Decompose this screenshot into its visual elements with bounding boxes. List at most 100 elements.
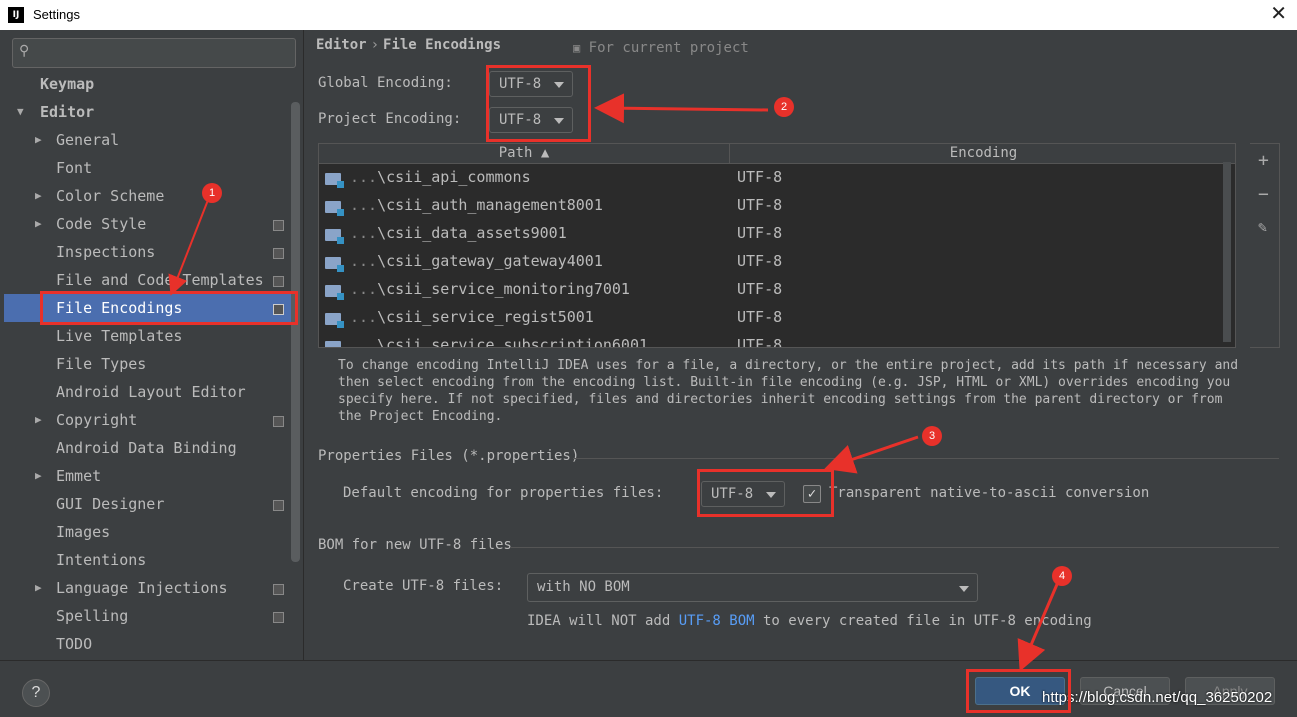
encoding-cell[interactable]: UTF-8: [737, 252, 782, 270]
encoding-cell[interactable]: UTF-8: [737, 336, 782, 347]
bom-note-text: to every created file in UTF-8 encoding: [754, 613, 1092, 629]
path-cell: \csii_api_commons: [377, 168, 531, 186]
breadcrumb-parent: Editor: [316, 37, 367, 53]
sidebar-item-gui-designer[interactable]: GUI Designer: [56, 490, 164, 518]
table-row[interactable]: ...\csii_gateway_gateway4001 UTF-8: [319, 248, 1235, 276]
section-divider: [510, 547, 1279, 548]
column-header-path[interactable]: Path ▲: [319, 144, 730, 164]
sidebar-item-file-types[interactable]: File Types: [56, 350, 146, 378]
sidebar-item-file-and-code-templates[interactable]: File and Code Templates: [56, 266, 264, 294]
global-encoding-dropdown[interactable]: UTF-8: [489, 71, 573, 97]
project-scope-icon: [273, 416, 284, 427]
title-bar: IJ Settings ✕: [0, 0, 1297, 30]
edit-icon[interactable]: ✎: [1258, 218, 1267, 236]
module-folder-icon: [325, 201, 344, 216]
section-divider: [573, 458, 1279, 459]
table-scrollbar[interactable]: [1223, 162, 1231, 342]
window-title: Settings: [33, 7, 80, 22]
table-row[interactable]: ...\csii_auth_management8001 UTF-8: [319, 192, 1235, 220]
sidebar-item-keymap[interactable]: Keymap: [40, 70, 94, 98]
table-row[interactable]: ...\csii_api_commons UTF-8: [319, 164, 1235, 192]
path-cell: \csii_service_subscription6001: [377, 336, 649, 348]
sidebar-item-file-encodings[interactable]: File Encodings: [4, 294, 291, 322]
project-scope-icon: [273, 612, 284, 623]
bom-note-text: IDEA will NOT add: [527, 613, 679, 629]
properties-encoding-dropdown[interactable]: UTF-8: [701, 481, 785, 507]
sidebar-item-copyright[interactable]: Copyright: [56, 406, 137, 434]
global-encoding-label: Global Encoding:: [318, 75, 453, 91]
column-header-encoding[interactable]: Encoding: [730, 144, 1235, 164]
sidebar-item-spelling[interactable]: Spelling: [56, 602, 128, 630]
utf8-bom-link[interactable]: UTF-8 BOM: [679, 613, 755, 629]
global-encoding-value: UTF-8: [499, 76, 542, 92]
path-prefix: ...: [350, 224, 378, 242]
sidebar-item-inspections[interactable]: Inspections: [56, 238, 155, 266]
project-encoding-dropdown[interactable]: UTF-8: [489, 107, 573, 133]
sidebar-item-android-layout-editor[interactable]: Android Layout Editor: [56, 378, 246, 406]
sidebar-item-intentions[interactable]: Intentions: [56, 546, 146, 574]
native-to-ascii-checkbox[interactable]: ✓: [803, 485, 821, 503]
sidebar-item-emmet[interactable]: Emmet: [56, 462, 101, 490]
module-folder-icon: [325, 229, 344, 244]
collapse-arrow-icon[interactable]: ▶: [35, 210, 47, 238]
create-utf8-files-label: Create UTF-8 files:: [343, 578, 504, 594]
sidebar-item-color-scheme[interactable]: Color Scheme: [56, 182, 164, 210]
breadcrumb-current: File Encodings: [383, 37, 502, 53]
bom-value: with NO BOM: [537, 579, 630, 595]
path-cell: \csii_service_regist5001: [377, 308, 594, 326]
collapse-arrow-icon[interactable]: ▶: [35, 126, 47, 154]
collapse-arrow-icon[interactable]: ▶: [35, 574, 47, 602]
collapse-arrow-icon[interactable]: ▶: [35, 462, 47, 490]
sidebar-item-code-style[interactable]: Code Style: [56, 210, 146, 238]
breadcrumb-separator: ›: [370, 37, 380, 53]
table-toolbar: + − ✎: [1250, 143, 1280, 348]
remove-icon[interactable]: −: [1258, 184, 1269, 205]
file-encodings-panel: Editor › File Encodings ▣ For current proj…: [305, 30, 1297, 660]
help-button[interactable]: ?: [22, 679, 50, 707]
search-icon: ⚲: [19, 43, 30, 59]
chevron-down-icon: [554, 118, 564, 124]
path-prefix: ...: [350, 252, 378, 270]
bom-note: IDEA will NOT add UTF-8 BOM to every cre…: [527, 613, 1092, 629]
native-to-ascii-label: Transparent native-to-ascii conversion: [829, 485, 1150, 501]
collapse-arrow-icon[interactable]: ▶: [35, 406, 47, 434]
sidebar-item-general[interactable]: General: [56, 126, 119, 154]
expand-arrow-icon[interactable]: ▼: [17, 98, 29, 126]
sidebar-item-live-templates[interactable]: Live Templates: [56, 322, 182, 350]
bom-dropdown[interactable]: with NO BOM: [527, 573, 978, 602]
chevron-down-icon: [959, 586, 969, 592]
path-prefix: ...: [350, 280, 378, 298]
sidebar-scrollbar[interactable]: [291, 102, 300, 562]
sidebar-item-language-injections[interactable]: Language Injections: [56, 574, 228, 602]
encoding-cell[interactable]: UTF-8: [737, 224, 782, 242]
table-row[interactable]: ...\csii_service_monitoring7001 UTF-8: [319, 276, 1235, 304]
encoding-cell[interactable]: UTF-8: [737, 196, 782, 214]
table-row[interactable]: ...\csii_data_assets9001 UTF-8: [319, 220, 1235, 248]
sidebar-item-android-data-binding[interactable]: Android Data Binding: [56, 434, 237, 462]
module-folder-icon: [325, 257, 344, 272]
path-prefix: ...: [350, 196, 378, 214]
dialog-button-bar: ? OK Cancel Apply https://blog.csdn.net/…: [0, 660, 1297, 717]
scope-note-text: For current project: [588, 40, 749, 56]
sidebar-item-images[interactable]: Images: [56, 518, 110, 546]
close-icon[interactable]: ✕: [1270, 3, 1287, 25]
settings-search-input[interactable]: ⚲: [12, 38, 296, 68]
add-icon[interactable]: +: [1258, 150, 1269, 171]
breadcrumb: Editor › File Encodings: [316, 37, 501, 53]
path-cell: \csii_auth_management8001: [377, 196, 603, 214]
module-folder-icon: [325, 285, 344, 300]
table-row[interactable]: ...\csii_service_regist5001 UTF-8: [319, 304, 1235, 332]
table-row[interactable]: ...\csii_service_subscription6001 UTF-8: [319, 332, 1235, 348]
sidebar-item-todo[interactable]: TODO: [56, 630, 92, 658]
encoding-cell[interactable]: UTF-8: [737, 308, 782, 326]
chevron-down-icon: [554, 82, 564, 88]
sidebar-item-editor[interactable]: Editor: [40, 98, 94, 126]
path-cell: \csii_gateway_gateway4001: [377, 252, 603, 270]
sidebar-item-font[interactable]: Font: [56, 154, 92, 182]
encoding-cell[interactable]: UTF-8: [737, 168, 782, 186]
project-scope-icon: ▣: [573, 41, 581, 55]
path-prefix: ...: [350, 168, 378, 186]
encoding-cell[interactable]: UTF-8: [737, 280, 782, 298]
collapse-arrow-icon[interactable]: ▶: [35, 182, 47, 210]
settings-sidebar: ⚲ Keymap ▼ Editor ▶ General Font ▶ Color…: [0, 30, 304, 660]
